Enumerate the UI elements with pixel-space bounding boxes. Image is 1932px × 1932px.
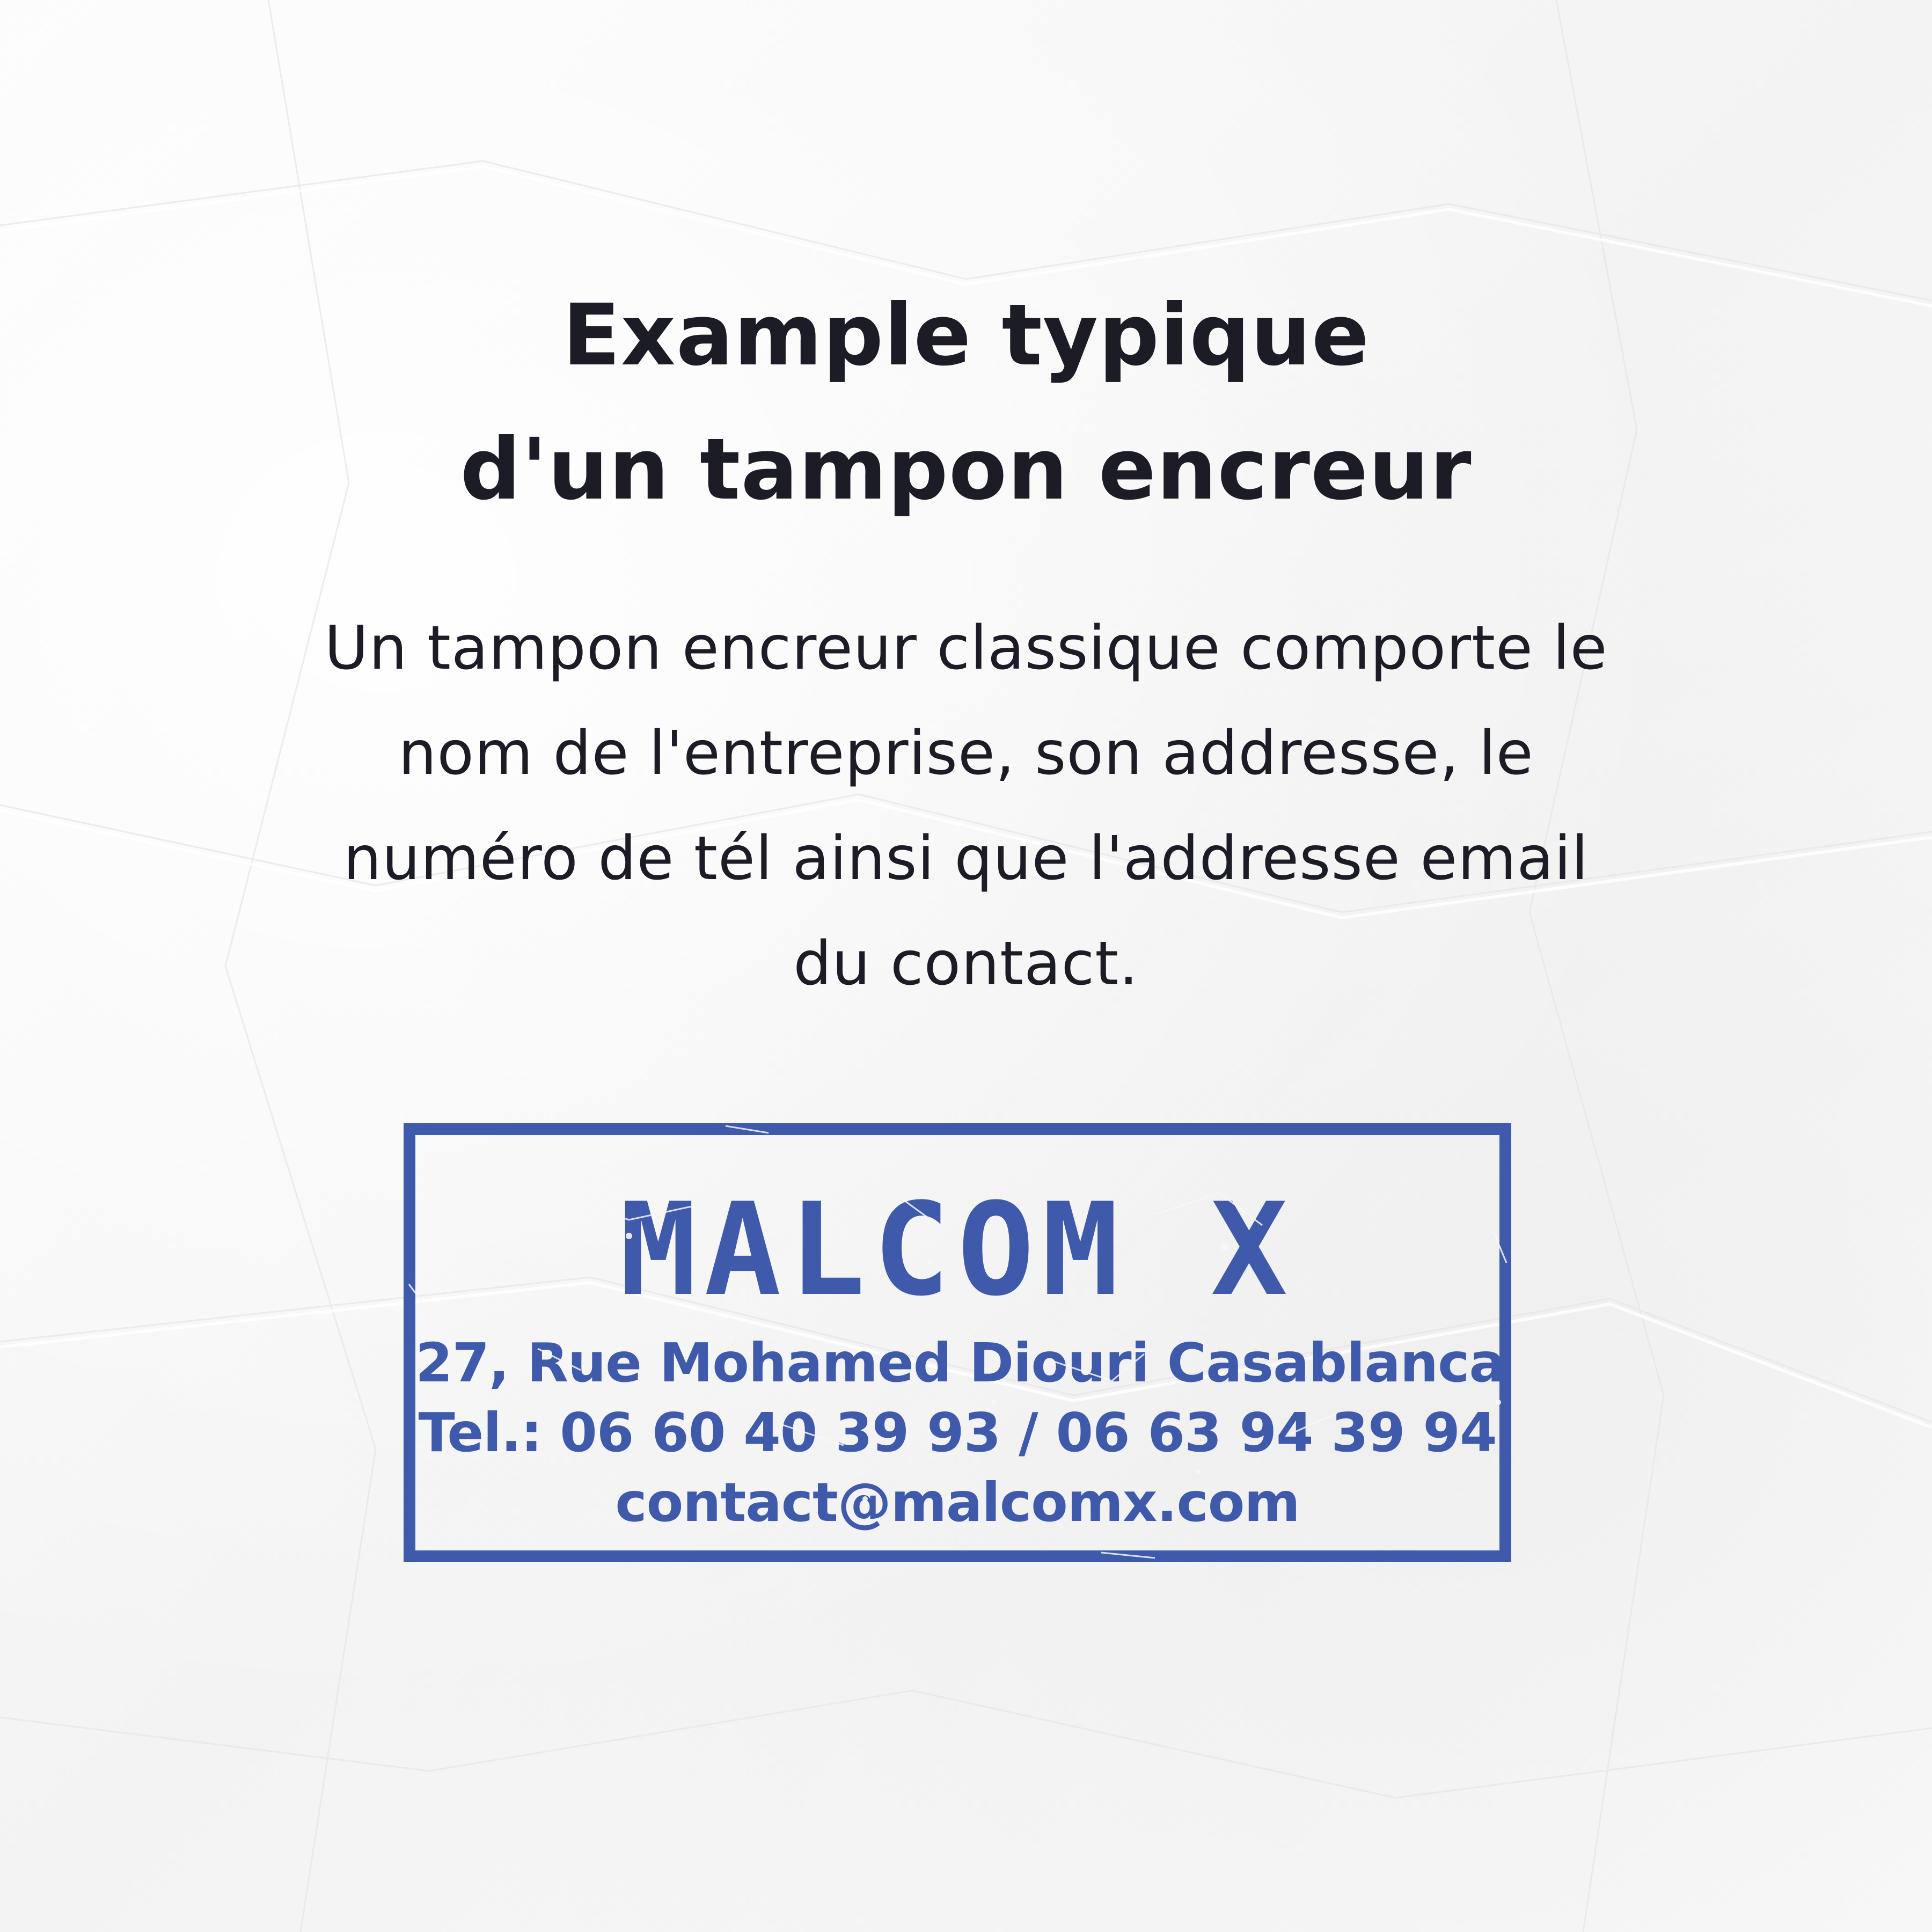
stamp-company-name: MALCOM X bbox=[619, 1176, 1296, 1324]
stamp-address: 27, Rue Mohamed Diouri Casablanca bbox=[415, 1331, 1505, 1394]
description-line-1: Un tampon encreur classique comporte le bbox=[324, 613, 1608, 683]
heading-line-2: d'un tampon encreur bbox=[460, 420, 1472, 519]
stamp-email: contact@malcomx.com bbox=[615, 1471, 1300, 1534]
description-line-2: nom de l'entreprise, son addresse, le bbox=[398, 719, 1534, 788]
description-line-3: numéro de tél ainsi que l'addresse email bbox=[343, 824, 1589, 894]
stamp-phone: Tel.: 06 60 40 39 93 / 06 63 94 39 94 bbox=[418, 1401, 1497, 1464]
ink-stamp: MALCOM X 27, Rue Mohamed Diouri Casablan… bbox=[404, 1123, 1511, 1562]
description-paragraph: Un tampon encreur classique comporte le … bbox=[0, 596, 1932, 1016]
description-line-4: du contact. bbox=[793, 929, 1139, 999]
page-heading: Example typique d'un tampon encreur bbox=[0, 268, 1932, 537]
heading-line-1: Example typique bbox=[562, 286, 1370, 385]
